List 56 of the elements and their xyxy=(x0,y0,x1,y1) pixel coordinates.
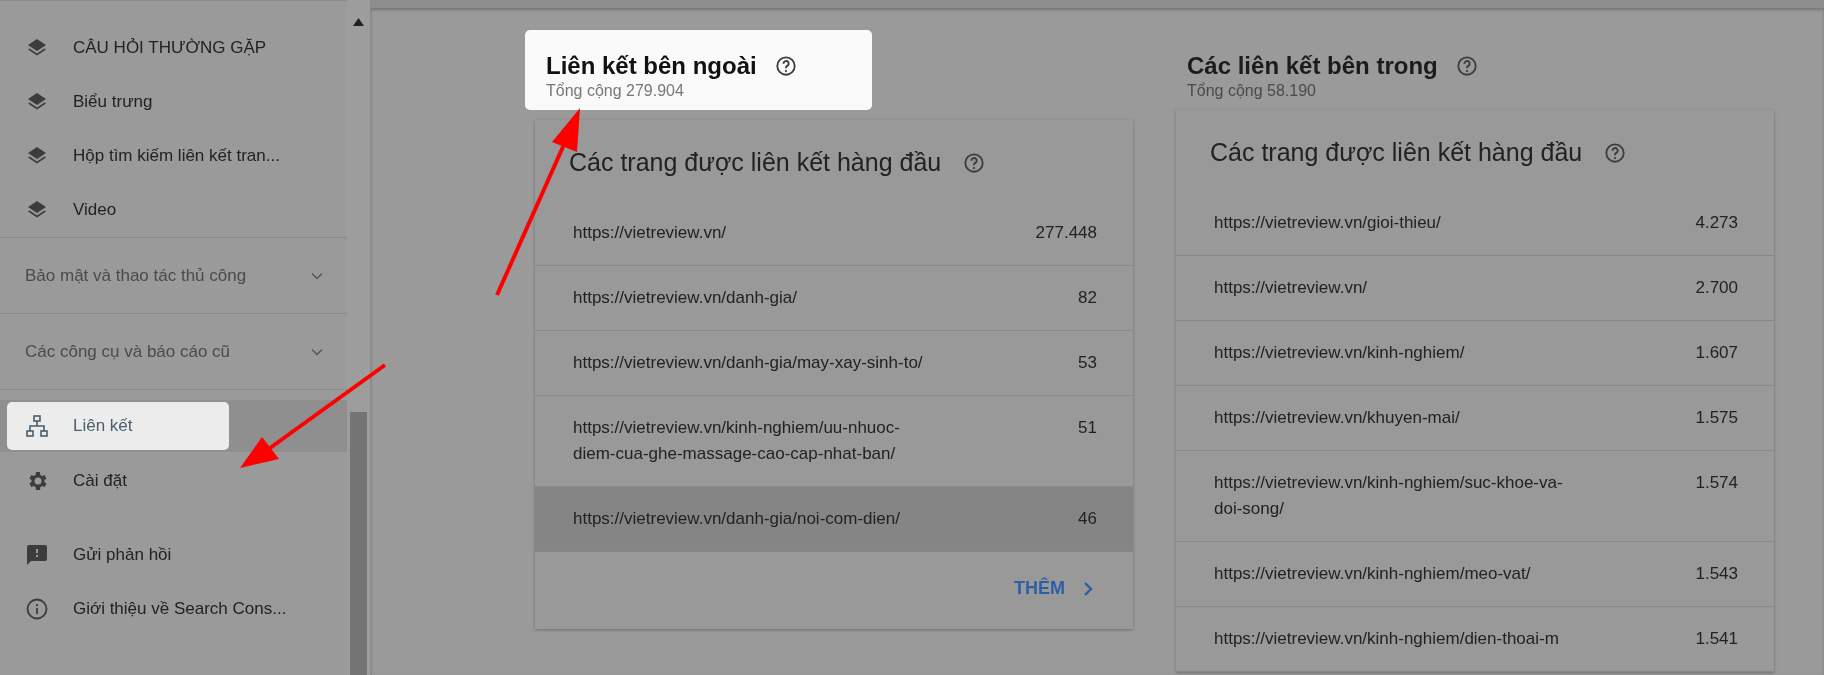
feedback-icon xyxy=(25,543,49,567)
chevron-right-icon xyxy=(1081,580,1095,597)
nav-item[interactable]: Gửi phản hồi xyxy=(0,528,347,582)
link-count: 1.607 xyxy=(1695,342,1738,364)
link-count: 46 xyxy=(1078,508,1097,530)
link-count: 1.575 xyxy=(1695,407,1738,429)
nav-item[interactable]: Video xyxy=(0,183,347,237)
page-url: https://vietreview.vn/danh-gia/may-xay-sinh-to/ xyxy=(573,352,923,374)
nav-item[interactable]: CÂU HỎI THƯỜNG GẶP xyxy=(0,21,347,75)
link-row[interactable]: https://vietreview.vn/ 277.448 xyxy=(535,201,1133,266)
sitemap-icon xyxy=(25,414,49,438)
page-url: https://vietreview.vn/gioi-thieu/ xyxy=(1214,212,1441,234)
link-row[interactable]: https://vietreview.vn/danh-gia/noi-com-dien/ 46 xyxy=(535,487,1133,552)
link-count: 1.541 xyxy=(1695,628,1738,650)
help-icon[interactable] xyxy=(774,55,797,77)
page-url: https://vietreview.vn/danh-gia/ xyxy=(573,287,797,309)
card-title: Các trang được liên kết hàng đầu xyxy=(1210,138,1583,167)
page-url: https://vietreview.vn/kinh-nghiem/meo-vat/ xyxy=(1214,563,1531,585)
nav-item[interactable]: Cài đặt xyxy=(0,454,347,508)
total-count: Tổng cộng 279.904 xyxy=(546,82,685,100)
card-title: Các trang được liên kết hàng đầu xyxy=(569,148,942,177)
link-count: 4.273 xyxy=(1695,212,1738,234)
nav-item[interactable]: Liên kết xyxy=(0,400,347,452)
link-row[interactable]: https://vietreview.vn/danh-gia/may-xay-sinh-to/ 53 xyxy=(535,331,1133,396)
nav-item[interactable]: Biểu trưng xyxy=(0,75,347,129)
scrollbar-thumb[interactable] xyxy=(350,412,367,675)
page-url: https://vietreview.vn/danh-gia/noi-com-dien/ xyxy=(573,508,900,530)
page-url: https://vietreview.vn/ xyxy=(1214,277,1368,299)
page-url: https://vietreview.vn/ xyxy=(573,222,727,244)
link-count: 51 xyxy=(1078,417,1097,439)
nav-item[interactable]: Hộp tìm kiếm liên kết tran... xyxy=(0,129,347,183)
info-icon xyxy=(25,597,49,621)
total-count: Tổng cộng 58.190 xyxy=(1187,82,1317,100)
link-count: 82 xyxy=(1078,287,1097,309)
page-url: https://vietreview.vn/kinh-nghiem/suc-khoe-va-doi-song/ xyxy=(1214,472,1564,520)
link-count: 2.700 xyxy=(1695,277,1738,299)
nav-item[interactable]: Giới thiệu về Search Cons... xyxy=(0,582,347,636)
section-title: Liên kết bên ngoài xyxy=(546,52,757,80)
link-count: 53 xyxy=(1078,352,1097,374)
link-row[interactable]: https://vietreview.vn/khuyen-mai/ 1.575 xyxy=(1176,386,1774,451)
link-row[interactable]: https://vietreview.vn/kinh-nghiem/ 1.607 xyxy=(1176,321,1774,386)
link-count: 277.448 xyxy=(1035,222,1097,244)
link-row[interactable]: https://vietreview.vn/kinh-nghiem/suc-khoe-va-doi-song/ 1.574 xyxy=(1176,451,1774,542)
page-url: https://vietreview.vn/khuyen-mai/ xyxy=(1214,407,1460,429)
link-row[interactable]: https://vietreview.vn/kinh-nghiem/meo-vat/ 1.543 xyxy=(1176,542,1774,607)
page-url: https://vietreview.vn/kinh-nghiem/dien-thoai-m xyxy=(1214,628,1559,650)
link-row[interactable]: https://vietreview.vn/kinh-nghiem/dien-thoai-m 1.541 xyxy=(1176,607,1774,672)
link-row[interactable]: https://vietreview.vn/gioi-thieu/ 4.273 xyxy=(1176,191,1774,256)
link-row[interactable]: https://vietreview.vn/danh-gia/ 82 xyxy=(535,266,1133,331)
page-url: https://vietreview.vn/kinh-nghiem/uu-nhuoc-diem-cua-ghe-massage-cao-cap-nhat-ban/ xyxy=(573,417,901,465)
link-row[interactable]: https://vietreview.vn/ 2.700 xyxy=(1176,256,1774,321)
link-count: 1.543 xyxy=(1695,563,1738,585)
scroll-up-icon[interactable] xyxy=(353,18,364,26)
section-title: Các liên kết bên trong xyxy=(1187,52,1438,80)
link-count: 1.574 xyxy=(1695,472,1738,494)
page-url: https://vietreview.vn/kinh-nghiem/ xyxy=(1214,342,1465,364)
